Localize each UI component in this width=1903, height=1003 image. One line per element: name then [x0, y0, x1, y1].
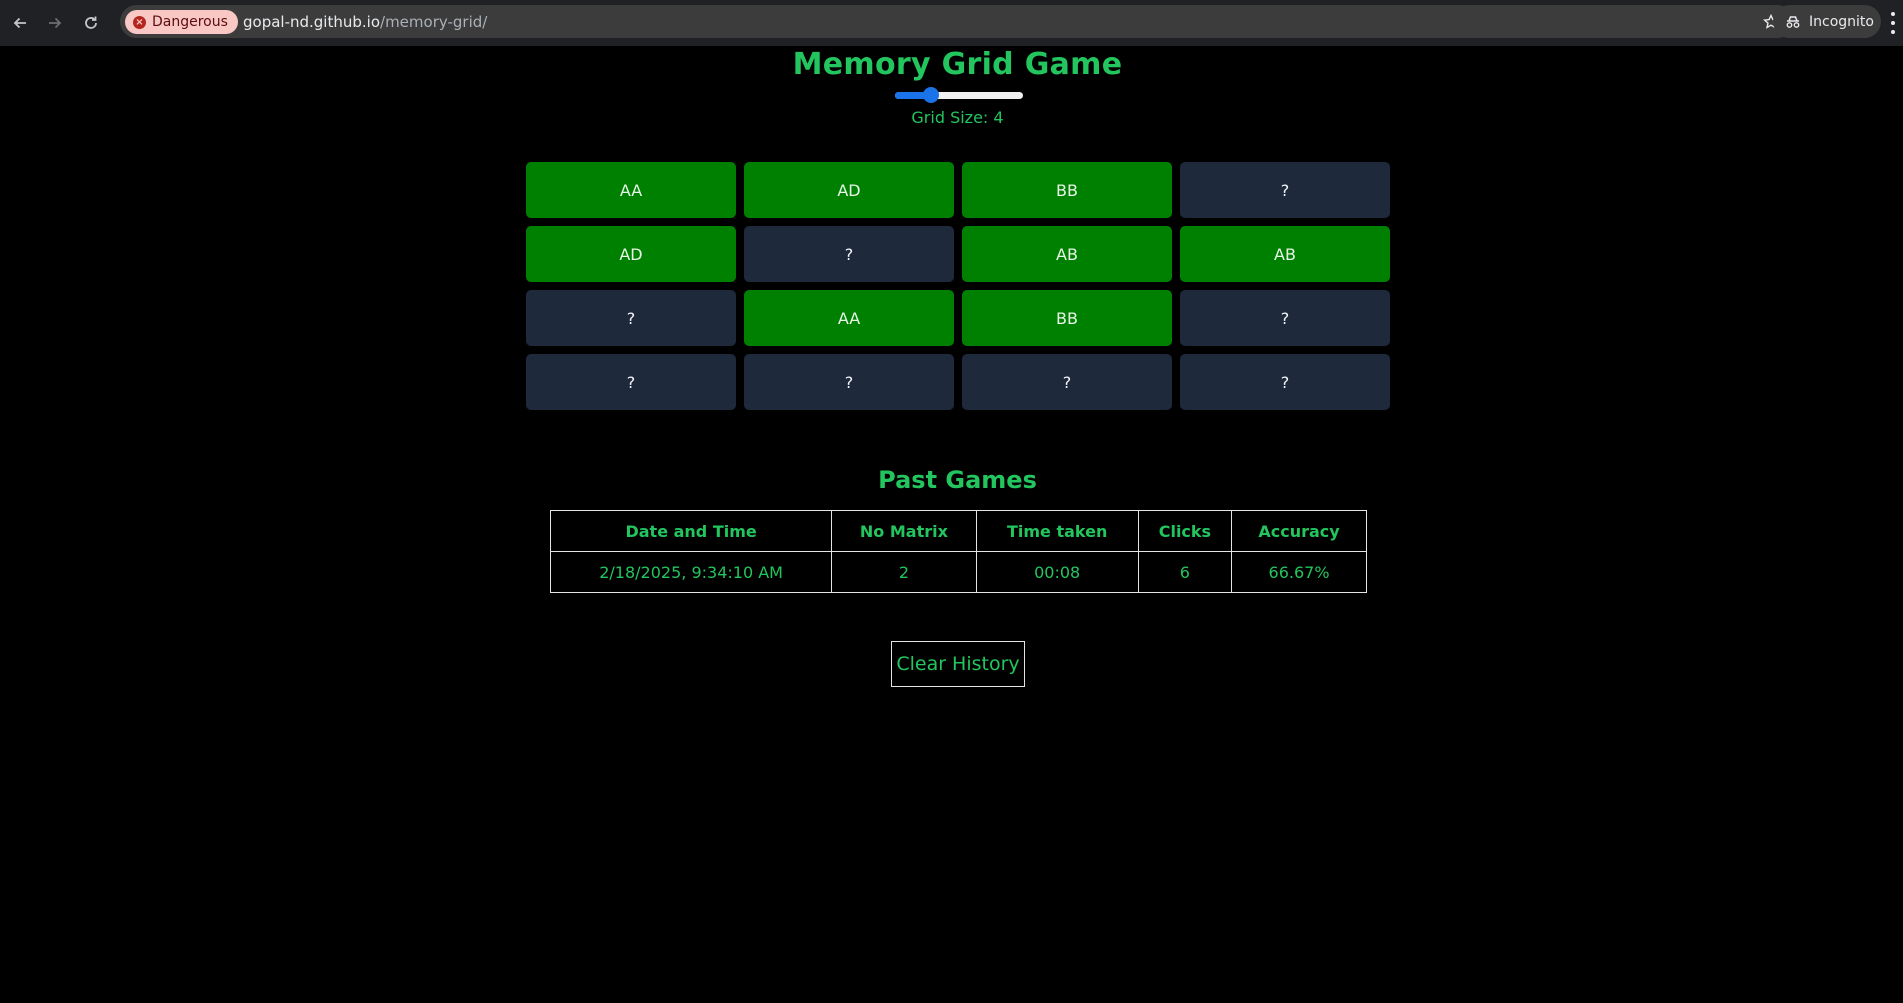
url-host: gopal-nd.github.io	[243, 13, 381, 31]
table-header-row: Date and Time No Matrix Time taken Clicks Ac…	[549, 510, 1367, 552]
grid-cell-hidden[interactable]: ?	[1180, 290, 1390, 346]
grid-size-label: Grid Size: 4	[911, 108, 1004, 127]
grid-cell-revealed[interactable]: AD	[744, 162, 954, 218]
grid-cell-revealed[interactable]: AB	[962, 226, 1172, 282]
table-cell: 2/18/2025, 9:34:10 AM	[549, 551, 833, 593]
grid-cell-revealed[interactable]: BB	[962, 162, 1172, 218]
grid-cell-revealed[interactable]: BB	[962, 290, 1172, 346]
table-body: 2/18/2025, 9:34:10 AM 2 00:08 6 66.67%	[549, 551, 1367, 593]
column-header: Time taken	[975, 510, 1139, 552]
grid-cell-hidden[interactable]: ?	[1180, 162, 1390, 218]
url-path: /memory-grid/	[380, 13, 488, 31]
arrow-right-icon	[49, 17, 62, 29]
grid-cell-revealed[interactable]: AA	[744, 290, 954, 346]
browser-toolbar: × Dangerous gopal-nd.github.io/memory-gr…	[0, 0, 1903, 46]
column-header: No Matrix	[831, 510, 977, 552]
grid-cell-hidden[interactable]: ?	[1180, 354, 1390, 410]
page-title: Memory Grid Game	[792, 47, 1123, 82]
clear-history-button[interactable]: Clear History	[891, 641, 1025, 687]
memory-grid: AA AD BB? AD? AB AB? AA BB?????	[526, 162, 1390, 410]
incognito-label: Incognito	[1809, 13, 1874, 30]
grid-cell-revealed[interactable]: AD	[526, 226, 736, 282]
security-warning-chip[interactable]: × Dangerous	[125, 10, 238, 34]
browser-menu-button[interactable]	[1888, 12, 1898, 34]
grid-cell-hidden[interactable]: ?	[526, 354, 736, 410]
past-games-table: Date and Time No Matrix Time taken Clicks Ac…	[549, 510, 1367, 593]
column-header: Accuracy	[1231, 510, 1367, 552]
url-text[interactable]: gopal-nd.github.io/memory-grid/	[243, 12, 487, 32]
arrow-left-icon	[13, 17, 26, 29]
table-cell: 2	[831, 551, 977, 593]
past-games-title: Past Games	[878, 466, 1037, 494]
grid-size-slider[interactable]	[895, 86, 1023, 104]
table-row: 2/18/2025, 9:34:10 AM 2 00:08 6 66.67%	[549, 551, 1367, 593]
reload-icon	[85, 16, 97, 29]
game-page: Memory Grid Game Grid Size: 4 AA AD BB? AD?…	[0, 46, 1903, 1003]
grid-cell-revealed[interactable]: AB	[1180, 226, 1390, 282]
table-cell: 6	[1137, 551, 1233, 593]
column-header: Date and Time	[549, 510, 833, 552]
column-header: Clicks	[1137, 510, 1233, 552]
warning-icon: ×	[133, 15, 146, 29]
table-cell: 00:08	[975, 551, 1139, 593]
grid-cell-hidden[interactable]: ?	[744, 226, 954, 282]
address-bar[interactable]: × Dangerous gopal-nd.github.io/memory-gr…	[120, 5, 1794, 38]
grid-cell-hidden[interactable]: ?	[962, 354, 1172, 410]
grid-cell-hidden[interactable]: ?	[526, 290, 736, 346]
incognito-indicator[interactable]: Incognito	[1773, 5, 1881, 38]
back-button[interactable]	[8, 11, 32, 35]
grid-cell-hidden[interactable]: ?	[744, 354, 954, 410]
security-warning-label: Dangerous	[152, 14, 228, 30]
table-cell: 66.67%	[1231, 551, 1367, 593]
grid-cell-revealed[interactable]: AA	[526, 162, 736, 218]
slider-thumb[interactable]	[923, 87, 939, 103]
incognito-icon	[1786, 15, 1800, 28]
reload-button[interactable]	[79, 11, 103, 35]
forward-button[interactable]	[43, 11, 67, 35]
